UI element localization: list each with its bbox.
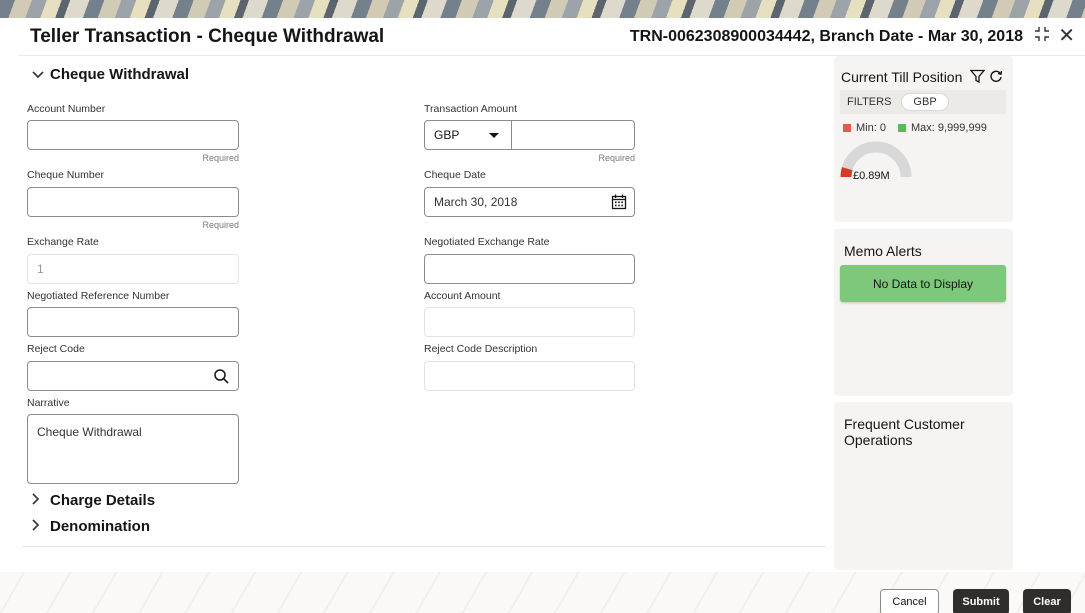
till-position-title: Current Till Position xyxy=(841,69,963,85)
frequent-ops-title-line1: Frequent Customer xyxy=(844,416,965,432)
calendar-icon[interactable] xyxy=(611,194,627,210)
cheque-date-value: March 30, 2018 xyxy=(434,195,518,209)
legend-min: Min: 0 xyxy=(843,122,886,134)
chevron-down-icon xyxy=(32,67,50,82)
divider xyxy=(22,546,826,547)
section-cheque-withdrawal[interactable]: Cheque Withdrawal xyxy=(32,66,189,83)
negotiated-exchange-rate-label: Negotiated Exchange Rate xyxy=(424,236,550,248)
reject-code-description-label: Reject Code Description xyxy=(424,343,538,355)
chevron-right-icon xyxy=(32,519,50,534)
currency-filter-chip[interactable]: GBP xyxy=(901,93,949,111)
narrative-label: Narrative xyxy=(27,397,70,409)
filters-label: FILTERS xyxy=(847,96,892,108)
cancel-button[interactable]: Cancel xyxy=(880,589,939,613)
page-title: Teller Transaction - Cheque Withdrawal xyxy=(30,25,385,47)
refresh-icon[interactable] xyxy=(989,69,1003,83)
reject-code-input[interactable] xyxy=(27,361,239,391)
section-title: Charge Details xyxy=(50,492,156,509)
cheque-number-label: Cheque Number xyxy=(27,169,105,181)
account-number-label: Account Number xyxy=(27,103,106,115)
cheque-date-input[interactable]: March 30, 2018 xyxy=(424,187,635,217)
chevron-right-icon xyxy=(32,493,50,508)
search-icon[interactable] xyxy=(214,369,229,384)
top-decorative-strip xyxy=(0,0,1085,18)
min-label: Min: 0 xyxy=(856,122,886,134)
account-amount-label: Account Amount xyxy=(424,290,501,302)
filters-row: FILTERS GBP xyxy=(840,90,1006,114)
clear-button[interactable]: Clear xyxy=(1023,589,1071,613)
legend-max: Max: 9,999,999 xyxy=(898,122,987,134)
section-denomination[interactable]: Denomination xyxy=(32,518,150,535)
caret-down-icon xyxy=(489,133,499,138)
required-hint: Required xyxy=(202,220,239,230)
collapse-icon[interactable] xyxy=(1035,27,1049,41)
transaction-amount-input[interactable] xyxy=(511,120,635,150)
no-data-message: No Data to Display xyxy=(840,265,1006,302)
account-amount-input xyxy=(424,307,635,337)
reject-code-description-input xyxy=(424,361,635,391)
negotiated-reference-number-input[interactable] xyxy=(27,307,239,337)
exchange-rate-input: 1 xyxy=(27,254,239,284)
frequent-ops-title-line2: Operations xyxy=(844,432,913,448)
filter-icon[interactable] xyxy=(970,69,985,84)
negotiated-exchange-rate-input[interactable] xyxy=(424,254,635,284)
cheque-number-input[interactable] xyxy=(27,187,239,217)
narrative-textarea[interactable]: Cheque Withdrawal xyxy=(27,414,239,484)
transaction-info: TRN-0062308900034442, Branch Date - Mar … xyxy=(629,27,1023,45)
currency-select[interactable]: GBP xyxy=(424,120,512,150)
section-title: Denomination xyxy=(50,518,150,535)
required-hint: Required xyxy=(202,153,239,163)
min-color-swatch xyxy=(843,124,851,132)
gauge-value: £0.89M xyxy=(853,170,890,182)
section-charge-details[interactable]: Charge Details xyxy=(32,492,155,509)
reject-code-label: Reject Code xyxy=(27,343,85,355)
page-header: Teller Transaction - Cheque Withdrawal T… xyxy=(18,18,1085,56)
negotiated-reference-number-label: Negotiated Reference Number xyxy=(27,290,170,302)
transaction-amount-label: Transaction Amount xyxy=(424,103,517,115)
account-number-input[interactable] xyxy=(27,120,239,150)
memo-alerts-title: Memo Alerts xyxy=(844,243,922,259)
max-label: Max: 9,999,999 xyxy=(911,122,987,134)
submit-button[interactable]: Submit xyxy=(953,589,1009,613)
exchange-rate-label: Exchange Rate xyxy=(27,236,99,248)
section-title: Cheque Withdrawal xyxy=(50,66,190,83)
required-hint: Required xyxy=(598,153,635,163)
close-icon[interactable]: ✕ xyxy=(1058,23,1075,48)
cheque-date-label: Cheque Date xyxy=(424,169,486,181)
max-color-swatch xyxy=(898,124,906,132)
currency-value: GBP xyxy=(434,128,460,142)
